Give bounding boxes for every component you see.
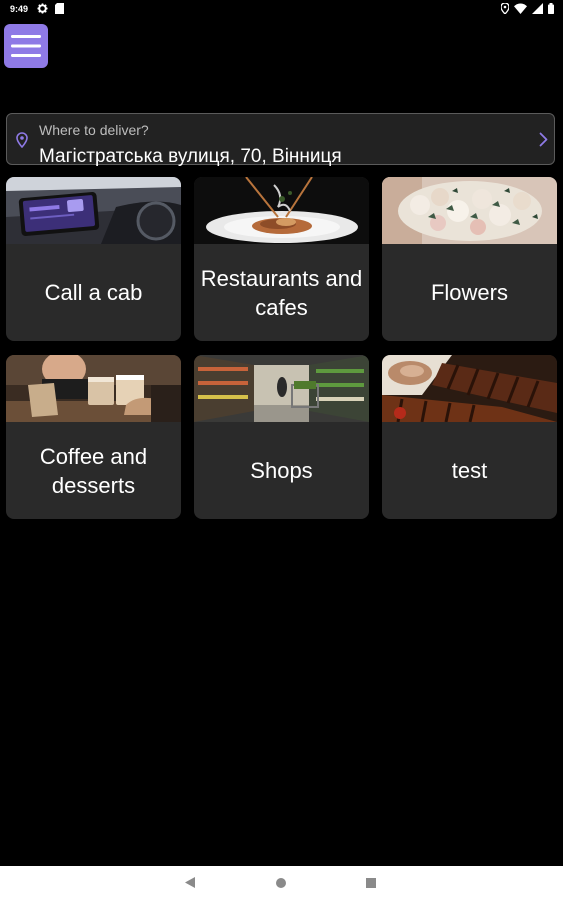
grocery-store-photo xyxy=(194,355,369,422)
category-label: test xyxy=(451,458,488,483)
category-card-coffee-desserts[interactable]: Coffee and desserts xyxy=(6,355,181,519)
status-time: 9:49 xyxy=(10,4,29,14)
category-label: Call a cab xyxy=(44,280,143,305)
category-label: Shops xyxy=(250,458,313,483)
category-label: Coffee and desserts xyxy=(39,443,148,498)
grilled-ribs-photo xyxy=(382,355,557,422)
address-label: Where to deliver? xyxy=(39,122,149,138)
app-screen: 9:49 Where to deliver? Магістратська вул… xyxy=(0,0,563,900)
category-card-shops[interactable]: Shops xyxy=(194,355,369,519)
status-icons xyxy=(501,3,554,14)
map-pin-icon xyxy=(16,132,28,148)
battery-icon xyxy=(548,3,554,14)
hamburger-menu-icon xyxy=(11,35,41,57)
delivery-address-field[interactable]: Where to deliver? Магістратська вулиця, … xyxy=(6,113,555,167)
status-bar: 9:49 xyxy=(0,0,563,20)
pasta-dish-photo xyxy=(194,177,369,244)
signal-icon xyxy=(532,3,543,14)
sim-card-icon xyxy=(55,3,64,14)
category-card-test[interactable]: test xyxy=(382,355,557,519)
navigation-bar xyxy=(0,866,563,900)
flower-bouquet-photo xyxy=(382,177,557,244)
category-grid: Call a cab Restaurants and cafes Flowers… xyxy=(6,177,558,519)
coffee-cups-photo xyxy=(6,355,181,422)
menu-button[interactable] xyxy=(4,24,48,68)
gear-icon xyxy=(37,3,48,14)
home-icon[interactable] xyxy=(276,878,286,888)
category-label: Restaurants and cafes xyxy=(200,265,363,320)
back-icon[interactable] xyxy=(185,877,195,888)
car-dashboard-tablet-photo xyxy=(6,177,181,244)
category-card-call-a-cab[interactable]: Call a cab xyxy=(6,177,181,341)
wifi-icon xyxy=(514,3,527,14)
category-label: Flowers xyxy=(430,280,508,305)
chevron-right-icon xyxy=(539,132,548,147)
location-icon xyxy=(501,3,509,14)
address-value: Магістратська вулиця, 70, Вінниця xyxy=(39,146,342,167)
category-card-flowers[interactable]: Flowers xyxy=(382,177,557,341)
recents-icon[interactable] xyxy=(366,878,376,888)
category-card-restaurants[interactable]: Restaurants and cafes xyxy=(194,177,369,341)
